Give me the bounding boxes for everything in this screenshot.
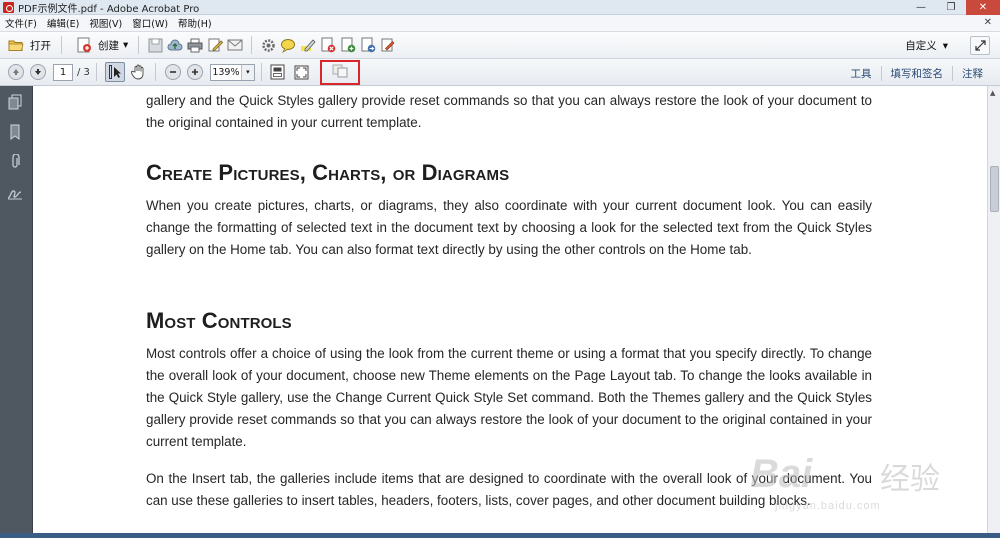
open-button[interactable]: 打开	[2, 35, 55, 56]
sign-document-icon[interactable]	[380, 37, 396, 53]
watermark-url: jingyan.baidu.com	[775, 500, 881, 512]
fill-sign-link[interactable]: 填写和签名	[880, 66, 953, 81]
toolbar-separator	[154, 63, 156, 81]
attachment-icon[interactable]	[7, 154, 23, 170]
paragraph-intro: gallery and the Quick Styles gallery pro…	[146, 93, 872, 130]
taskbar	[0, 533, 1000, 538]
select-tool-icon[interactable]	[104, 62, 125, 82]
toolbar-separator	[138, 36, 140, 54]
create-pdf-icon	[76, 37, 92, 53]
comment-icon[interactable]	[280, 37, 296, 53]
vertical-scrollbar[interactable]: ▲	[987, 86, 1000, 538]
bookmark-icon[interactable]	[7, 124, 23, 140]
paragraph-most-controls: Most controls offer a choice of using th…	[146, 346, 872, 449]
toolbar-separator	[61, 36, 62, 54]
edit-document-icon[interactable]	[207, 37, 224, 53]
window-controls: — ❐ ✕	[906, 0, 1000, 15]
chevron-down-icon: ▾	[123, 39, 129, 51]
watermark-brand: Bai	[750, 452, 813, 496]
chevron-down-icon: ▾	[942, 39, 948, 52]
heading-create-pictures: Create Pictures, Charts, or Diagrams	[146, 160, 510, 185]
tools-link[interactable]: 工具	[842, 66, 881, 81]
menu-help[interactable]: 帮助(H)	[173, 16, 217, 30]
toolbar-separator	[260, 63, 262, 81]
customize-label: 自定义	[905, 40, 937, 52]
zoom-level-select[interactable]: 139% ▾	[209, 63, 255, 81]
navigation-toolbar: 1 / 3 139% ▾ 工具 填写和签名 注释	[0, 59, 1000, 86]
window-title: PDF示例文件.pdf - Adobe Acrobat Pro	[18, 3, 200, 15]
save-icon[interactable]	[147, 37, 163, 53]
previous-page-icon[interactable]	[8, 64, 24, 80]
menu-window[interactable]: 窗口(W)	[127, 16, 173, 30]
menu-edit[interactable]: 编辑(E)	[42, 16, 84, 30]
extract-page-icon[interactable]	[360, 37, 376, 53]
toolbar-separator	[95, 63, 97, 81]
acrobat-app-icon	[3, 1, 14, 13]
open-label: 打开	[30, 39, 51, 52]
cloud-upload-icon[interactable]	[167, 37, 183, 53]
full-screen-icon[interactable]	[294, 64, 310, 80]
zoom-in-icon[interactable]	[186, 64, 203, 80]
toolbar-separator	[251, 36, 253, 54]
highlighted-read-mode-button[interactable]	[319, 59, 360, 85]
close-document-button[interactable]: ✕	[984, 17, 992, 28]
baidu-watermark: Bai 经验 jingyan.baidu.com	[750, 448, 975, 518]
close-window-button[interactable]: ✕	[966, 0, 1000, 15]
create-label: 创建	[98, 39, 119, 52]
insert-page-icon[interactable]	[340, 37, 356, 53]
paragraph-create-pictures: When you create pictures, charts, or dia…	[146, 198, 872, 257]
comment-link[interactable]: 注释	[952, 66, 992, 81]
create-button[interactable]: 创建 ▾	[70, 35, 132, 56]
hand-tool-icon[interactable]	[131, 64, 147, 80]
navigation-pane	[0, 86, 33, 538]
zoom-value: 139%	[212, 66, 240, 78]
page-number-input[interactable]: 1	[53, 63, 73, 81]
chevron-down-icon[interactable]: ▾	[240, 64, 254, 80]
expand-icon[interactable]	[970, 36, 990, 55]
main-toolbar: 打开 创建 ▾ 自定义 ▾	[0, 32, 1000, 59]
page-thumbnails-icon[interactable]	[7, 94, 23, 110]
email-icon[interactable]	[227, 37, 243, 53]
gear-icon[interactable]	[260, 37, 276, 53]
title-bar: PDF示例文件.pdf - Adobe Acrobat Pro — ❐ ✕	[0, 0, 1000, 15]
zoom-out-icon[interactable]	[164, 64, 181, 80]
minimize-button[interactable]: —	[906, 0, 936, 15]
menu-file[interactable]: 文件(F)	[0, 16, 42, 30]
scrollbar-thumb[interactable]	[990, 166, 999, 212]
menu-bar: 文件(F) 编辑(E) 视图(V) 窗口(W) 帮助(H) ✕	[0, 15, 1000, 32]
fit-page-icon[interactable]	[270, 64, 286, 80]
read-mode-icon	[332, 64, 348, 81]
scroll-up-icon[interactable]: ▲	[990, 89, 995, 97]
delete-page-icon[interactable]	[320, 37, 336, 53]
menu-view[interactable]: 视图(V)	[84, 16, 127, 30]
page-total: / 3	[77, 66, 90, 78]
watermark-cn: 经验	[880, 462, 940, 497]
maximize-button[interactable]: ❐	[936, 0, 966, 15]
next-page-icon[interactable]	[30, 64, 46, 80]
highlight-text-icon[interactable]	[300, 37, 316, 53]
task-pane-links: 工具 填写和签名 注释	[842, 66, 993, 81]
folder-icon	[8, 37, 24, 53]
heading-most-controls: Most Controls	[146, 308, 292, 333]
customize-dropdown[interactable]: 自定义 ▾	[905, 38, 948, 53]
print-icon[interactable]	[187, 37, 203, 53]
signature-icon[interactable]	[7, 186, 23, 202]
